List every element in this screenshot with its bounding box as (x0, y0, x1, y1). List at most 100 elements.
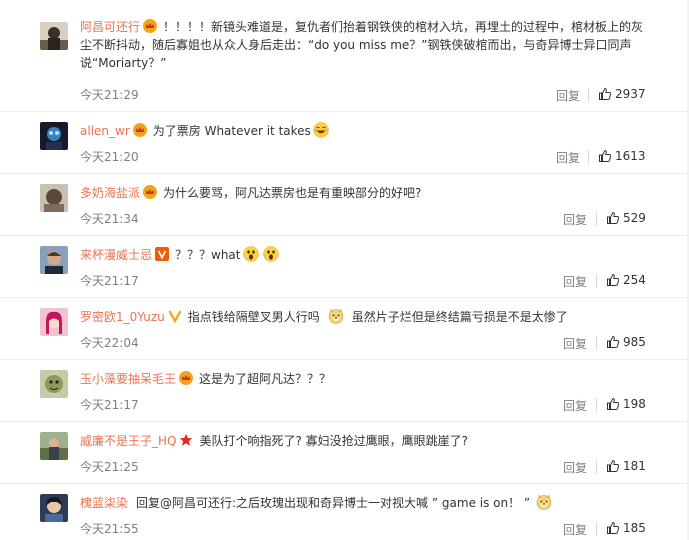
reply-button[interactable]: 回复 (563, 273, 587, 290)
reply-button[interactable]: 回复 (563, 335, 587, 352)
comment-content: 为了票房 Whatever it takes (152, 124, 311, 138)
thumbs-up-icon (607, 397, 620, 410)
laugh-emoji-icon (313, 122, 329, 138)
like-button[interactable]: 1613 (598, 149, 646, 163)
reply-button[interactable]: 回复 (556, 149, 580, 166)
like-button[interactable]: 254 (606, 273, 646, 287)
comment-text-block: allen_wr 为了票房 Whatever it takes (80, 122, 655, 140)
avatar[interactable] (40, 432, 68, 460)
divider (596, 398, 597, 412)
comment-username[interactable]: 多奶海盐派 (80, 186, 140, 200)
thumbs-up-icon (607, 273, 620, 286)
scream-emoji-icon (242, 246, 259, 262)
comment-username[interactable]: 罗密欧1_0Yuzu (80, 310, 165, 324)
comment-time: 今天21:17 (80, 274, 139, 288)
list-item: 威廉不是王子_HQ 美队打个响指死了? 寡妇没抢过鹰眼，鹰眼跳崖了? 今天21:2… (0, 422, 689, 484)
avatar[interactable] (40, 22, 68, 50)
like-button[interactable]: 985 (606, 335, 646, 349)
comment-text-block: 阿昌可还行 ！！！！新镜头难道是，复仇者们抬着钢铁侠的棺材入坑，再埋土的过程中，棺… (80, 18, 655, 72)
comment-text-block: 玉小藻要抽呆毛王 这是为了超阿凡达？？？ (80, 370, 655, 388)
avatar[interactable] (40, 494, 68, 522)
comment-time: 今天22:04 (80, 336, 139, 350)
like-count: 985 (623, 335, 646, 349)
thumbs-up-icon (599, 87, 612, 100)
divider (588, 88, 589, 102)
comment-username[interactable]: 来杯漫威士忌 (80, 248, 152, 262)
comment-username[interactable]: 槐蓝柒染 (80, 496, 128, 510)
comment-content: 为什么要骂，阿凡达票房也是有重映部分的好吧? (163, 186, 422, 200)
doge-emoji-icon (328, 308, 344, 324)
comment-time: 今天21:20 (80, 150, 139, 164)
scream-emoji-icon (262, 246, 279, 262)
crown-icon (132, 123, 147, 137)
avatar[interactable] (40, 370, 68, 398)
comment-list: 阿昌可还行 ！！！！新镜头难道是，复仇者们抬着钢铁侠的棺材入坑，再埋土的过程中，棺… (0, 0, 689, 540)
reply-button[interactable]: 回复 (563, 459, 587, 476)
like-count: 198 (623, 397, 646, 411)
avatar[interactable] (40, 246, 68, 274)
divider (588, 150, 589, 164)
like-count: 181 (623, 459, 646, 473)
like-count: 185 (623, 521, 646, 535)
comment-content: 回复@阿昌可还行:之后玫瑰出现和奇异博士一对视大喊 ” game is on！ … (136, 496, 531, 510)
list-item: 槐蓝柒染 回复@阿昌可还行:之后玫瑰出现和奇异博士一对视大喊 ” game is … (0, 484, 689, 540)
like-count: 1613 (615, 149, 646, 163)
comment-time: 今天21:25 (80, 460, 139, 474)
comment-content: 指点钱给隔壁叉男人行吗 (187, 310, 320, 324)
divider (596, 336, 597, 350)
comment-time: 今天21:17 (80, 398, 139, 412)
list-item: 罗密欧1_0Yuzu 指点钱给隔壁叉男人行吗 虽然片子烂但是终结篇亏损是不是太惨了 … (0, 298, 689, 360)
comment-text-block: 罗密欧1_0Yuzu 指点钱给隔壁叉男人行吗 虽然片子烂但是终结篇亏损是不是太惨了 (80, 308, 655, 326)
comment-time: 今天21:34 (80, 212, 139, 226)
divider (596, 212, 597, 226)
v-yellow-icon (168, 309, 182, 324)
comment-text-block: 多奶海盐派 为什么要骂，阿凡达票房也是有重映部分的好吧? (80, 184, 655, 202)
thumbs-up-icon (599, 149, 612, 162)
doge-emoji-icon (536, 494, 552, 510)
comment-username[interactable]: 阿昌可还行 (80, 20, 140, 34)
comment-text-block: 槐蓝柒染 回复@阿昌可还行:之后玫瑰出现和奇异博士一对视大喊 ” game is … (80, 494, 655, 512)
comment-username[interactable]: allen_wr (80, 124, 130, 138)
divider (596, 522, 597, 536)
comment-content: ？？？what (175, 248, 241, 262)
thumbs-up-icon (607, 521, 620, 534)
like-button[interactable]: 181 (606, 459, 646, 473)
comment-text-block: 来杯漫威士忌 ？？？what (80, 246, 655, 264)
comment-content-continued: 虽然片子烂但是终结篇亏损是不是太惨了 (351, 310, 568, 324)
like-button[interactable]: 2937 (598, 87, 646, 101)
comment-content: 这是为了超阿凡达？？？ (199, 372, 332, 386)
list-item: 来杯漫威士忌 ？？？what 今天21:17 回复 254 (0, 236, 689, 298)
crown-icon (179, 371, 194, 385)
v-badge-icon (155, 247, 170, 261)
reply-button[interactable]: 回复 (563, 397, 587, 414)
comment-time: 今天21:29 (80, 88, 139, 102)
avatar[interactable] (40, 122, 68, 150)
comment-time: 今天21:55 (80, 522, 139, 536)
comment-content: ！！！！新镜头难道是，复仇者们抬着钢铁侠的棺材入坑，再埋土的过程中，棺材板上的灰… (80, 20, 644, 70)
like-button[interactable]: 529 (606, 211, 646, 225)
like-count: 529 (623, 211, 646, 225)
list-item: 多奶海盐派 为什么要骂，阿凡达票房也是有重映部分的好吧? 今天21:34 回复 5… (0, 174, 689, 236)
reply-button[interactable]: 回复 (563, 211, 587, 228)
avatar[interactable] (40, 184, 68, 212)
divider (596, 460, 597, 474)
star-icon (179, 433, 193, 447)
crown-icon (143, 185, 158, 199)
thumbs-up-icon (607, 335, 620, 348)
reply-button[interactable]: 回复 (556, 87, 580, 104)
like-button[interactable]: 198 (606, 397, 646, 411)
list-item: allen_wr 为了票房 Whatever it takes 今天21:20 回… (0, 112, 689, 174)
thumbs-up-icon (607, 459, 620, 472)
divider (596, 274, 597, 288)
list-item: 玉小藻要抽呆毛王 这是为了超阿凡达？？？ 今天21:17 回复 198 (0, 360, 689, 422)
comment-username[interactable]: 威廉不是王子_HQ (80, 434, 176, 448)
like-count: 254 (623, 273, 646, 287)
comment-username[interactable]: 玉小藻要抽呆毛王 (80, 372, 176, 386)
reply-button[interactable]: 回复 (563, 521, 587, 538)
avatar[interactable] (40, 308, 68, 336)
list-item: 阿昌可还行 ！！！！新镜头难道是，复仇者们抬着钢铁侠的棺材入坑，再埋土的过程中，棺… (0, 0, 689, 112)
comment-content: 美队打个响指死了? 寡妇没抢过鹰眼，鹰眼跳崖了? (199, 434, 469, 448)
like-button[interactable]: 185 (606, 521, 646, 535)
comment-text-block: 威廉不是王子_HQ 美队打个响指死了? 寡妇没抢过鹰眼，鹰眼跳崖了? (80, 432, 655, 450)
like-count: 2937 (615, 87, 646, 101)
